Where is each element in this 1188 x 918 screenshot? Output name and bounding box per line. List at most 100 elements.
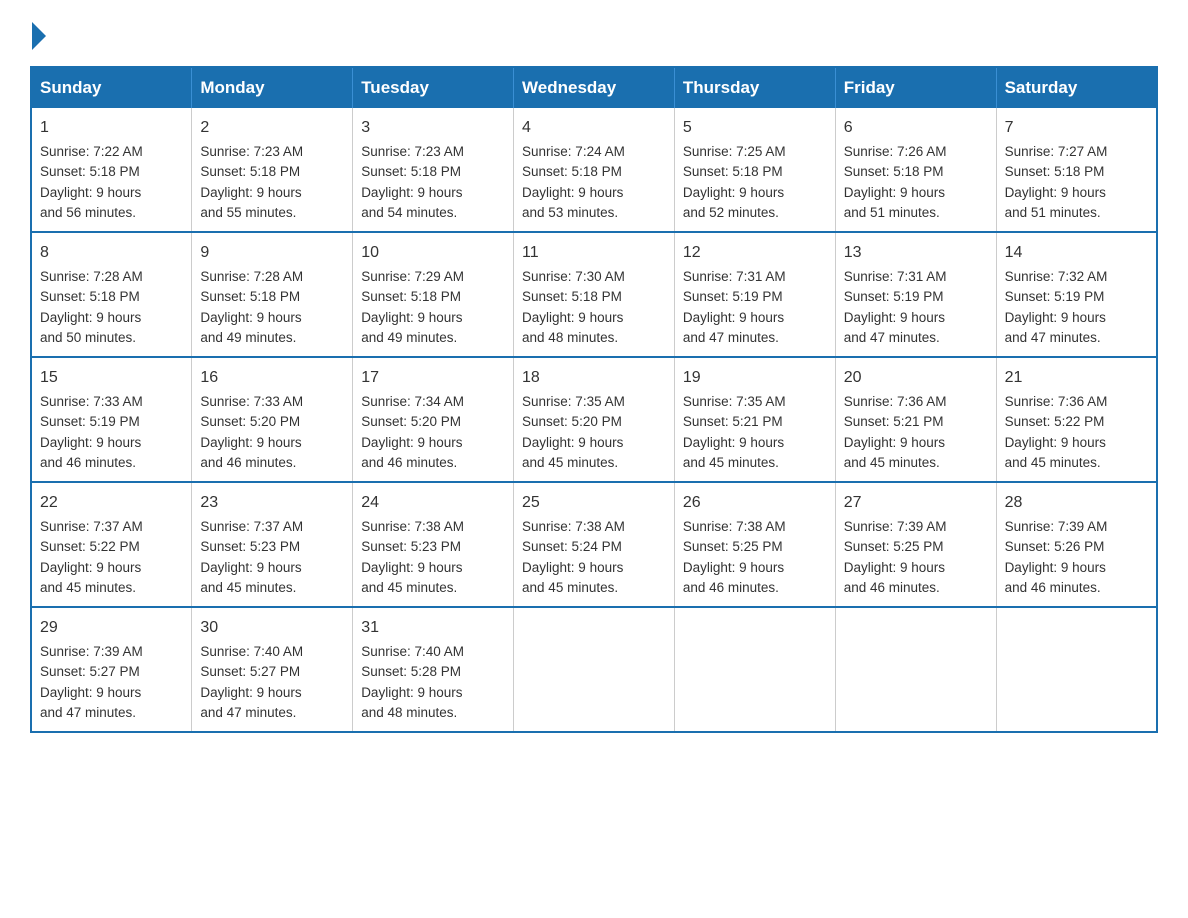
daylight-minutes: and 56 minutes. — [40, 205, 136, 220]
calendar-cell: 10 Sunrise: 7:29 AM Sunset: 5:18 PM Dayligh… — [353, 232, 514, 357]
calendar-cell: 12Sunrise: 7:31 AMSunset: 5:19 PMDayligh… — [674, 232, 835, 357]
calendar-cell: 24Sunrise: 7:38 AMSunset: 5:23 PMDayligh… — [353, 482, 514, 607]
sunset-text: Sunset: 5:23 PM — [200, 539, 300, 554]
sunset-text: Sunset: 5:18 PM — [361, 289, 461, 304]
sunrise-text: Sunrise: 7:31 AM — [683, 269, 786, 284]
calendar-cell: 4Sunrise: 7:24 AMSunset: 5:18 PMDaylight… — [514, 108, 675, 232]
daylight-text: Daylight: 9 hours — [200, 185, 301, 200]
daylight-minutes: and 46 minutes. — [200, 455, 296, 470]
header-wednesday: Wednesday — [514, 67, 675, 108]
sunset-text: Sunset: 5:20 PM — [361, 414, 461, 429]
day-number: 2 — [200, 116, 344, 140]
sunrise-text: Sunrise: 7:26 AM — [844, 144, 947, 159]
sunrise-text: Sunrise: 7:39 AM — [1005, 519, 1108, 534]
day-number: 1 — [40, 116, 183, 140]
calendar-cell: 30Sunrise: 7:40 AMSunset: 5:27 PMDayligh… — [192, 607, 353, 732]
day-number: 3 — [361, 116, 505, 140]
daylight-minutes: and 46 minutes. — [1005, 580, 1101, 595]
daylight-minutes: and 51 minutes. — [844, 205, 940, 220]
sunset-text: Sunset: 5:24 PM — [522, 539, 622, 554]
sunrise-text: Sunrise: 7:23 AM — [200, 144, 303, 159]
day-number: 10 — [361, 241, 505, 265]
sunrise-text: Sunrise: 7:23 AM — [361, 144, 464, 159]
sunrise-text: Sunrise: 7:30 AM — [522, 269, 625, 284]
day-number: 18 — [522, 366, 666, 390]
week-row-3: 15Sunrise: 7:33 AMSunset: 5:19 PMDayligh… — [31, 357, 1157, 482]
sunset-text: Sunset: 5:26 PM — [1005, 539, 1105, 554]
calendar-body: 1Sunrise: 7:22 AMSunset: 5:18 PMDaylight… — [31, 108, 1157, 732]
daylight-minutes: and 45 minutes. — [683, 455, 779, 470]
sunrise-text: Sunrise: 7:37 AM — [40, 519, 143, 534]
sunrise-text: Sunrise: 7:37 AM — [200, 519, 303, 534]
week-row-5: 29Sunrise: 7:39 AMSunset: 5:27 PMDayligh… — [31, 607, 1157, 732]
daylight-text: Daylight: 9 hours — [1005, 560, 1106, 575]
sunset-text: Sunset: 5:22 PM — [40, 539, 140, 554]
sunset-text: Sunset: 5:23 PM — [361, 539, 461, 554]
daylight-minutes: and 47 minutes. — [683, 330, 779, 345]
sunrise-text: Sunrise: 7:39 AM — [40, 644, 143, 659]
daylight-minutes: and 51 minutes. — [1005, 205, 1101, 220]
sunset-text: Sunset: 5:27 PM — [200, 664, 300, 679]
daylight-minutes: and 46 minutes. — [361, 455, 457, 470]
daylight-text: Daylight: 9 hours — [844, 185, 945, 200]
daylight-minutes: and 45 minutes. — [40, 580, 136, 595]
daylight-minutes: and 46 minutes. — [683, 580, 779, 595]
header-sunday: Sunday — [31, 67, 192, 108]
sunrise-text: Sunrise: 7:32 AM — [1005, 269, 1108, 284]
daylight-text: Daylight: 9 hours — [844, 560, 945, 575]
sunset-text: Sunset: 5:25 PM — [683, 539, 783, 554]
sunset-text: Sunset: 5:20 PM — [522, 414, 622, 429]
day-number: 7 — [1005, 116, 1148, 140]
day-number: 15 — [40, 366, 183, 390]
logo-arrow-icon — [32, 22, 46, 50]
calendar-cell — [835, 607, 996, 732]
daylight-text: Daylight: 9 hours — [844, 310, 945, 325]
calendar-cell: 19Sunrise: 7:35 AMSunset: 5:21 PMDayligh… — [674, 357, 835, 482]
sunset-text: Sunset: 5:25 PM — [844, 539, 944, 554]
sunrise-text: Sunrise: 7:29 AM — [361, 269, 464, 284]
sunrise-text: Sunrise: 7:28 AM — [200, 269, 303, 284]
day-number: 23 — [200, 491, 344, 515]
calendar-cell: 18Sunrise: 7:35 AMSunset: 5:20 PMDayligh… — [514, 357, 675, 482]
calendar-cell: 7Sunrise: 7:27 AMSunset: 5:18 PMDaylight… — [996, 108, 1157, 232]
logo — [30, 20, 46, 46]
day-number: 14 — [1005, 241, 1148, 265]
calendar-cell: 17Sunrise: 7:34 AMSunset: 5:20 PMDayligh… — [353, 357, 514, 482]
calendar-cell: 8Sunrise: 7:28 AMSunset: 5:18 PMDaylight… — [31, 232, 192, 357]
week-row-1: 1Sunrise: 7:22 AMSunset: 5:18 PMDaylight… — [31, 108, 1157, 232]
day-number: 22 — [40, 491, 183, 515]
daylight-text: Daylight: 9 hours — [361, 310, 462, 325]
header-monday: Monday — [192, 67, 353, 108]
header-tuesday: Tuesday — [353, 67, 514, 108]
calendar-cell: 5Sunrise: 7:25 AMSunset: 5:18 PMDaylight… — [674, 108, 835, 232]
sunset-text: Sunset: 5:18 PM — [40, 289, 140, 304]
day-number: 11 — [522, 241, 666, 265]
sunset-text: Sunset: 5:19 PM — [844, 289, 944, 304]
calendar-cell: 22Sunrise: 7:37 AMSunset: 5:22 PMDayligh… — [31, 482, 192, 607]
sunset-text: Sunset: 5:21 PM — [683, 414, 783, 429]
header-row: SundayMondayTuesdayWednesdayThursdayFrid… — [31, 67, 1157, 108]
daylight-minutes: and 49 minutes. — [361, 330, 457, 345]
daylight-text: Daylight: 9 hours — [200, 435, 301, 450]
sunrise-text: Sunrise: 7:34 AM — [361, 394, 464, 409]
sunset-text: Sunset: 5:18 PM — [522, 164, 622, 179]
day-number: 30 — [200, 616, 344, 640]
day-number: 21 — [1005, 366, 1148, 390]
sunset-text: Sunset: 5:18 PM — [40, 164, 140, 179]
daylight-text: Daylight: 9 hours — [361, 560, 462, 575]
calendar-cell: 28Sunrise: 7:39 AMSunset: 5:26 PMDayligh… — [996, 482, 1157, 607]
calendar-cell — [674, 607, 835, 732]
sunset-text: Sunset: 5:18 PM — [522, 289, 622, 304]
daylight-text: Daylight: 9 hours — [40, 185, 141, 200]
sunrise-text: Sunrise: 7:38 AM — [361, 519, 464, 534]
calendar-table: SundayMondayTuesdayWednesdayThursdayFrid… — [30, 66, 1158, 733]
daylight-minutes: and 45 minutes. — [522, 455, 618, 470]
daylight-text: Daylight: 9 hours — [522, 560, 623, 575]
daylight-minutes: and 49 minutes. — [200, 330, 296, 345]
day-number: 17 — [361, 366, 505, 390]
sunrise-text: Sunrise: 7:40 AM — [200, 644, 303, 659]
sunrise-text: Sunrise: 7:38 AM — [522, 519, 625, 534]
sunrise-text: Sunrise: 7:24 AM — [522, 144, 625, 159]
daylight-minutes: and 47 minutes. — [40, 705, 136, 720]
day-number: 20 — [844, 366, 988, 390]
